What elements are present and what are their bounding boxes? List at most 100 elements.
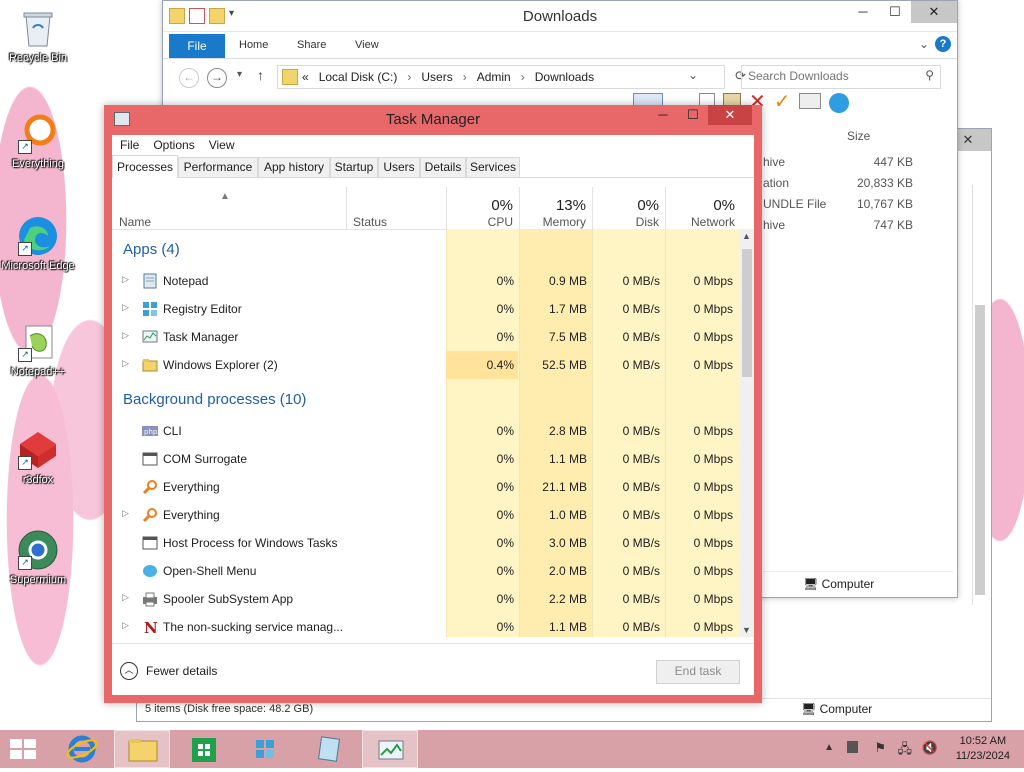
taskbar-taskmanager-button[interactable] (362, 730, 418, 768)
group-header-apps[interactable]: Apps (4) (123, 241, 180, 258)
back-button[interactable]: ← (179, 68, 199, 88)
desktop-icon-r3dfox[interactable]: ↗ r3dfox (0, 428, 76, 487)
task-manager-title-bar[interactable]: Task Manager ─ ☐ ✕ (104, 105, 762, 133)
address-box[interactable]: « Local Disk (C:) › Users › Admin › Down… (277, 65, 746, 89)
group-header-background[interactable]: Background processes (10) (123, 391, 306, 408)
column-header-disk[interactable]: 0% Disk (592, 187, 665, 229)
list-item[interactable]: ation 20,833 KB (763, 172, 923, 193)
start-button[interactable] (10, 739, 38, 759)
desktop-icon-supermium[interactable]: ↗ Supermium (0, 528, 76, 587)
search-box[interactable]: ⚲ (741, 65, 941, 89)
close-button[interactable]: ✕ (911, 1, 957, 23)
volume-muted-icon[interactable]: 🔇 (922, 740, 938, 756)
chevron-right-icon[interactable]: › (407, 70, 411, 84)
taskbar-store-button[interactable] (176, 730, 232, 768)
breadcrumb-local-disk[interactable]: Local Disk (C:) (319, 70, 398, 84)
end-task-button[interactable]: End task (656, 660, 740, 684)
tab-details[interactable]: Details (420, 157, 466, 177)
recent-locations-icon[interactable]: ▾ (237, 69, 242, 80)
chevron-right-icon[interactable]: › (521, 70, 525, 84)
menu-view[interactable]: View (209, 138, 235, 152)
tab-services[interactable]: Services (466, 157, 520, 177)
tray-app-icon[interactable] (847, 741, 858, 753)
network-icon[interactable]: 🖧 (898, 740, 913, 762)
table-row[interactable]: php CLI 0% 2.8 MB 0 MB/s 0 Mbps (112, 417, 740, 445)
scrollbar[interactable] (972, 185, 987, 605)
taskbar-ie-button[interactable] (54, 730, 110, 768)
table-row[interactable]: ▷ N The non-sucking service manag... 0% 1.1 … (112, 613, 740, 637)
scrollbar[interactable]: ▲ ▼ (740, 229, 754, 637)
list-item[interactable]: UNDLE File 10,767 KB (763, 193, 923, 214)
ribbon-tab-share[interactable]: Share (297, 39, 326, 51)
expand-arrow-icon[interactable]: ▷ (122, 274, 129, 285)
expand-arrow-icon[interactable]: ▷ (122, 302, 129, 313)
tab-users[interactable]: Users (378, 157, 420, 177)
ribbon-tab-view[interactable]: View (355, 39, 379, 51)
expand-arrow-icon[interactable]: ▷ (122, 508, 129, 519)
list-item[interactable]: hive 447 KB (763, 151, 923, 172)
chevron-up-icon[interactable]: ▲ (824, 742, 834, 753)
tab-startup[interactable]: Startup (330, 157, 378, 177)
column-header-status[interactable]: Status (353, 215, 387, 229)
up-arrow-icon[interactable]: ↑ (257, 67, 264, 83)
column-header-size[interactable]: Size (847, 129, 870, 143)
chevron-down-icon[interactable]: ⌄ (919, 37, 929, 51)
ribbon-file-tab[interactable]: File (169, 34, 225, 58)
table-row[interactable]: Open-Shell Menu 0% 2.0 MB 0 MB/s 0 Mbps (112, 557, 740, 585)
table-row[interactable]: ▷ Spooler SubSystem App 0% 2.2 MB 0 MB/s 0 Mb… (112, 585, 740, 613)
maximize-button[interactable]: ☐ (879, 1, 911, 23)
expand-arrow-icon[interactable]: ▷ (122, 358, 129, 369)
table-row[interactable]: ▷ Task Manager 0% 7.5 MB 0 MB/s 0 Mbps (112, 323, 740, 351)
table-row[interactable]: ▷ Registry Editor 0% 1.7 MB 0 MB/s 0 Mbps (112, 295, 740, 323)
clock[interactable]: 10:52 AM 11/23/2024 (956, 734, 1010, 764)
expand-arrow-icon[interactable]: ▷ (122, 592, 129, 603)
maximize-button[interactable]: ☐ (678, 105, 708, 125)
breadcrumb-overflow[interactable]: « (302, 70, 309, 84)
globe-icon[interactable] (828, 93, 849, 113)
flag-icon[interactable]: ⚑ (874, 740, 886, 756)
list-item[interactable]: hive 747 KB (763, 214, 923, 235)
checkmark-icon[interactable]: ✓ (774, 92, 791, 113)
rename-icon[interactable] (798, 93, 821, 109)
task-manager-window[interactable]: Task Manager ─ ☐ ✕ File Options View Pro… (104, 105, 762, 703)
scrollbar-thumb[interactable] (742, 249, 752, 377)
chevron-right-icon[interactable]: › (463, 70, 467, 84)
menu-file[interactable]: File (120, 138, 139, 152)
column-header-memory[interactable]: 13% Memory (519, 187, 592, 229)
table-row[interactable]: Host Process for Windows Tasks 0% 3.0 MB 0 … (112, 529, 740, 557)
ribbon-tab-home[interactable]: Home (239, 39, 268, 51)
breadcrumb-downloads[interactable]: Downloads (535, 70, 594, 84)
table-row[interactable]: Everything 0% 21.1 MB 0 MB/s 0 Mbps (112, 473, 740, 501)
scroll-down-icon[interactable]: ▼ (742, 625, 751, 635)
table-row[interactable]: ▷ Everything 0% 1.0 MB 0 MB/s 0 Mbps (112, 501, 740, 529)
scrollbar-thumb[interactable] (975, 305, 985, 595)
minimize-button[interactable]: ─ (847, 1, 879, 23)
taskbar-regedit-button[interactable] (238, 730, 294, 768)
menu-options[interactable]: Options (153, 138, 194, 152)
table-row[interactable]: ▷ Windows Explorer (2) 0.4% 52.5 MB 0 MB/s 0 … (112, 351, 740, 379)
tab-app-history[interactable]: App history (258, 157, 330, 177)
column-header-name[interactable]: Name (119, 215, 151, 229)
table-row[interactable]: ▷ Notepad 0% 0.9 MB 0 MB/s 0 Mbps (112, 267, 740, 295)
desktop-icon-everything[interactable]: ↗ Everything (0, 112, 76, 171)
forward-button[interactable]: → (207, 68, 227, 88)
close-button[interactable]: ✕ (708, 105, 752, 125)
expand-arrow-icon[interactable]: ▷ (122, 330, 129, 341)
tab-performance[interactable]: Performance (178, 157, 258, 177)
tab-processes[interactable]: Processes (112, 155, 178, 178)
breadcrumb-users[interactable]: Users (421, 70, 452, 84)
desktop-icon-edge[interactable]: ↗ Microsoft Edge (0, 214, 76, 273)
desktop-icon-recycle-bin[interactable]: Recycle Bin (0, 6, 76, 65)
taskbar-notepad-button[interactable] (300, 730, 356, 768)
minimize-button[interactable]: ─ (648, 105, 678, 125)
search-input[interactable] (742, 66, 918, 86)
chevron-down-icon[interactable]: ⌄ (688, 68, 698, 82)
breadcrumb-admin[interactable]: Admin (477, 70, 511, 84)
table-row[interactable]: COM Surrogate 0% 1.1 MB 0 MB/s 0 Mbps (112, 445, 740, 473)
expand-arrow-icon[interactable]: ▷ (122, 620, 129, 631)
fewer-details-button[interactable]: ︿ Fewer details (120, 662, 217, 680)
column-header-cpu[interactable]: 0% CPU (446, 187, 519, 229)
desktop-icon-notepadpp[interactable]: ↗ Notepad++ (0, 320, 76, 379)
column-header-network[interactable]: 0% Network (665, 187, 741, 229)
taskbar-explorer-button[interactable] (114, 730, 170, 768)
